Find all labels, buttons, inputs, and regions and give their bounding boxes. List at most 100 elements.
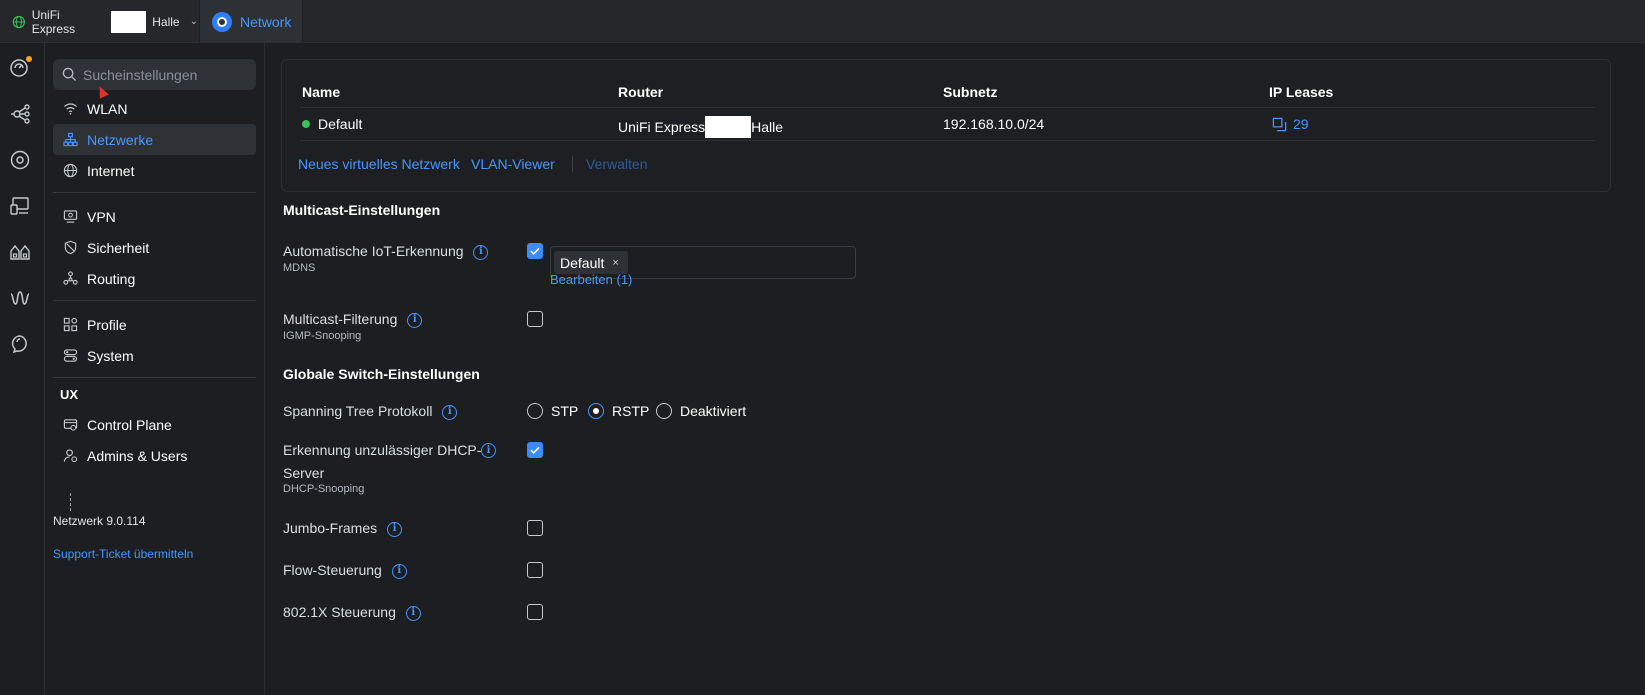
sidebar-divider: [53, 377, 256, 378]
iot-detection-sub: MDNS: [283, 262, 316, 274]
new-virtual-network-link[interactable]: Neues virtuelles Netzwerk: [298, 156, 460, 172]
status-online-dot: [302, 120, 310, 128]
checkmark-icon: [530, 446, 540, 454]
iot-detection-checkbox[interactable]: [527, 243, 543, 259]
app-version: Netzwerk 9.0.114: [53, 514, 146, 528]
search-input[interactable]: Sucheinstellungen: [53, 59, 256, 90]
sidebar-item-vpn[interactable]: VPN: [53, 201, 256, 232]
link-separator: [572, 156, 573, 172]
checkmark-icon: [530, 247, 540, 255]
sidebar-item-profile[interactable]: Profile: [53, 309, 256, 340]
flow-control-label: Flow-Steuerung i: [283, 559, 407, 581]
sidebar-item-internet[interactable]: Internet: [53, 155, 256, 186]
sidebar-item-label: Profile: [87, 316, 127, 333]
dot1x-text: 802.1X Steuerung: [283, 604, 396, 620]
chevron-down-icon: ⌄: [189, 16, 198, 27]
wifi-icon: [63, 103, 78, 115]
column-header-name[interactable]: Name: [302, 84, 340, 100]
alarm-icon[interactable]: [8, 332, 32, 356]
info-icon[interactable]: i: [405, 605, 421, 621]
dhcp-snooping-label-line1: Erkennung unzulässiger DHCP-: [283, 442, 482, 458]
radio-label: STP: [551, 403, 579, 419]
radio-disabled[interactable]: [656, 403, 672, 419]
jumbo-frames-checkbox[interactable]: [527, 520, 543, 536]
sidebar-item-admins-users[interactable]: Admins & Users: [53, 440, 256, 471]
manage-link[interactable]: Verwalten: [586, 156, 647, 172]
column-header-router[interactable]: Router: [618, 84, 663, 100]
stp-label: Spanning Tree Protokoll i: [283, 400, 458, 422]
stp-option-rstp[interactable]: RSTP: [588, 403, 649, 419]
sidebar-item-control-plane[interactable]: Control Plane: [53, 409, 256, 440]
tag-label: Default: [560, 254, 605, 271]
column-header-subnet[interactable]: Subnetz: [943, 84, 997, 100]
table-row-router: UniFi Express Halle: [618, 116, 783, 138]
jumbo-frames-label: Jumbo-Frames i: [283, 517, 403, 539]
sidebar-item-label: VPN: [87, 208, 116, 225]
network-tree-icon: [63, 132, 78, 147]
table-row-name[interactable]: Default: [302, 116, 362, 132]
sidebar-item-label: Admins & Users: [87, 447, 188, 464]
stp-option-disabled[interactable]: Deaktiviert: [656, 403, 746, 419]
vpn-icon: [63, 210, 78, 223]
search-icon: [62, 67, 77, 82]
tab-network[interactable]: Network: [199, 0, 303, 43]
router-name-prefix: UniFi Express: [618, 119, 706, 135]
tag-remove-icon[interactable]: ×: [612, 257, 618, 269]
info-icon[interactable]: i: [407, 312, 423, 328]
vlan-viewer-link[interactable]: VLAN-Viewer: [471, 156, 555, 172]
sidebar-item-system[interactable]: System: [53, 340, 256, 371]
dot1x-label: 802.1X Steuerung i: [283, 601, 421, 623]
sidebar-item-netzwerke[interactable]: Netzwerke: [53, 124, 256, 155]
topology-icon[interactable]: [8, 102, 32, 126]
ports-icon[interactable]: [8, 240, 32, 264]
sidebar-item-wlan[interactable]: WLAN: [53, 93, 256, 124]
sidebar-item-label: Internet: [87, 162, 135, 179]
edit-iot-link[interactable]: Bearbeiten (1): [550, 272, 632, 287]
insights-icon[interactable]: [8, 286, 32, 310]
globe-icon: [63, 163, 78, 178]
sidebar-item-label: Routing: [87, 270, 136, 287]
sidebar-item-sicherheit[interactable]: Sicherheit: [53, 232, 256, 263]
selected-network-tag: Default ×: [554, 251, 628, 274]
info-icon[interactable]: i: [387, 521, 403, 537]
redacted-block: [110, 10, 147, 33]
info-icon[interactable]: i: [481, 443, 496, 458]
sidebar-divider: [53, 300, 256, 301]
dot1x-checkbox[interactable]: [527, 604, 543, 620]
leases-icon: [1272, 117, 1287, 131]
notification-dot: [26, 56, 32, 62]
router-name-suffix: Halle: [751, 119, 784, 135]
dhcp-snooping-checkbox[interactable]: [527, 442, 543, 458]
info-icon[interactable]: i: [473, 244, 489, 260]
flow-control-text: Flow-Steuerung: [283, 562, 382, 578]
iot-detection-label: Automatische IoT-Erkennung i: [283, 240, 489, 262]
flow-control-checkbox[interactable]: [527, 562, 543, 578]
stp-option-stp[interactable]: STP: [527, 403, 578, 419]
site-switcher[interactable]: UniFi Express Halle ⌄: [0, 0, 198, 43]
info-icon[interactable]: i: [442, 404, 458, 420]
sidebar-item-label: WLAN: [87, 100, 128, 117]
sidebar-group-ux: UX: [60, 387, 79, 402]
clients-icon[interactable]: [8, 194, 32, 218]
radio-rstp[interactable]: [588, 403, 604, 419]
dashboard-icon[interactable]: [8, 56, 32, 80]
support-ticket-link[interactable]: Support-Ticket übermitteln: [53, 547, 193, 561]
multicast-filter-checkbox[interactable]: [527, 311, 543, 327]
dhcp-snooping-sub: DHCP-Snooping: [283, 483, 365, 495]
sidebar-item-label: Netzwerke: [87, 131, 154, 148]
table-divider: [300, 140, 1594, 141]
sidebar-item-routing[interactable]: Routing: [53, 263, 256, 294]
column-header-ip-leases[interactable]: IP Leases: [1269, 84, 1333, 100]
multicast-filter-label: Multicast-Filterung i: [283, 308, 423, 330]
devices-icon[interactable]: [8, 148, 32, 172]
top-bar: UniFi Express Halle ⌄ Network: [0, 0, 1645, 43]
settings-sidebar: Sucheinstellungen WLAN Netzwerke Interne…: [45, 43, 265, 695]
multicast-filter-text: Multicast-Filterung: [283, 311, 398, 327]
multicast-filter-sub: IGMP-Snooping: [283, 330, 362, 342]
section-title-multicast: Multicast-Einstellungen: [283, 202, 441, 218]
info-icon[interactable]: i: [391, 563, 407, 579]
radio-stp[interactable]: [527, 403, 543, 419]
tree-connector: [70, 493, 71, 511]
tab-network-label: Network: [240, 13, 292, 30]
ip-leases-link[interactable]: 29: [1272, 116, 1309, 132]
